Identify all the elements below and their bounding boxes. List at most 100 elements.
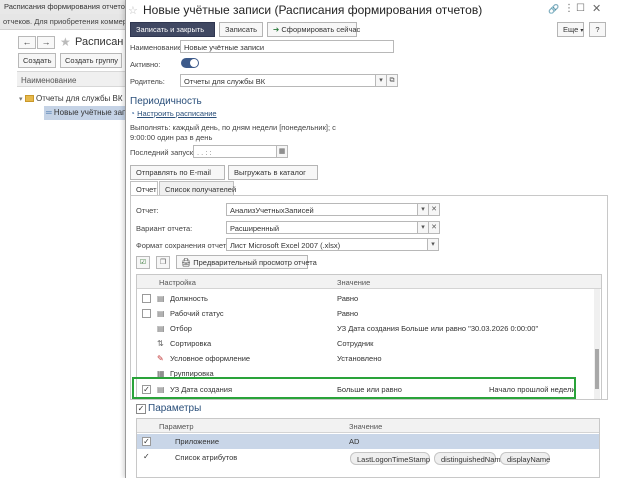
tab-recipients[interactable]: Список получателей	[159, 181, 236, 196]
parameters-grid-header: Параметр Значение	[137, 419, 599, 433]
select-all-button[interactable]: ☑	[136, 256, 150, 269]
attribute-chip[interactable]: LastLogonTimeStamp	[350, 452, 430, 465]
copy-button[interactable]: ❐	[156, 256, 170, 269]
preview-icon: 🖨	[181, 258, 192, 267]
variant-label: Вариант отчета:	[136, 224, 193, 233]
help-button[interactable]: ?	[589, 22, 606, 37]
grid-scrollbar-thumb[interactable]	[595, 349, 599, 389]
schedule-description-1: Выполнять: каждый день, по дням недели […	[130, 123, 336, 132]
more-vertical-icon[interactable]: ⋮	[564, 3, 574, 14]
calendar-button[interactable]: ▦	[276, 145, 288, 158]
upload-catalog-button[interactable]: Выгружать в каталог	[228, 165, 318, 180]
grid-scrollbar[interactable]	[594, 289, 600, 399]
background-notice: отчеков. Для приобретения коммерческ	[3, 17, 125, 26]
calendar-icon: ▦	[278, 148, 286, 155]
tree-item-label: Новые учётные записи	[53, 108, 125, 117]
forward-button[interactable]: →	[37, 36, 55, 49]
save-and-close-button[interactable]: Записать и закрыть	[130, 22, 215, 37]
report-field[interactable]: АнализУчетныхЗаписей	[226, 203, 418, 216]
tab-report[interactable]: Отчет	[130, 181, 158, 196]
run-arrow-icon: ➔	[273, 25, 280, 34]
variant-field[interactable]: Расширенный	[226, 221, 418, 234]
save-button[interactable]: Записать	[219, 22, 263, 37]
setting-name: Условное оформление	[170, 354, 251, 363]
back-button[interactable]: ←	[18, 36, 36, 49]
tree-folder-label: Отчеты для службы ВК	[35, 94, 123, 103]
settings-row[interactable]: ▤ Рабочий статус Равно	[137, 306, 595, 321]
more-label: Еще	[563, 25, 579, 34]
format-dropdown-button[interactable]: ▾	[427, 238, 439, 251]
name-label: Наименование:	[130, 43, 185, 52]
row-checkbox[interactable]	[142, 309, 151, 318]
attribute-chip[interactable]: displayName	[500, 452, 550, 465]
parameter-row-selected[interactable]: ✓ Приложение AD	[137, 434, 599, 449]
background-column-header[interactable]: Наименование	[17, 71, 125, 87]
settings-row[interactable]: ▤ Должность Равно	[137, 291, 595, 306]
forward-arrow-icon: →	[41, 37, 51, 47]
maximize-icon[interactable]: ☐	[576, 3, 585, 14]
parent-field[interactable]: Отчеты для службы ВК	[180, 74, 376, 87]
parent-label: Родитель:	[130, 77, 165, 86]
col-value[interactable]: Значение	[337, 278, 370, 287]
row-checkbox[interactable]	[142, 294, 151, 303]
col-param[interactable]: Параметр	[159, 422, 194, 431]
configure-schedule-link[interactable]: Настроить расписание	[137, 109, 217, 118]
send-email-button[interactable]: Отправлять по E-mail	[130, 165, 225, 180]
background-create-button[interactable]: Создать	[18, 53, 56, 68]
format-field[interactable]: Лист Microsoft Excel 2007 (.xlsx)	[226, 238, 428, 251]
toggle-knob	[190, 59, 198, 67]
schedule-link-row[interactable]: ◔ Настроить расписание	[130, 109, 217, 118]
last-run-field[interactable]: . . : :	[193, 145, 277, 158]
preview-button[interactable]: 🖨 Предварительный просмотр отчета	[176, 255, 317, 269]
settings-row[interactable]: ✎ Условное оформление Установлено	[137, 351, 595, 366]
item-dash-icon: ═	[46, 108, 52, 117]
parent-open-button[interactable]: ⧉	[386, 74, 398, 87]
setting-name: Отбор	[170, 324, 192, 333]
setting-name: Сортировка	[170, 339, 212, 348]
parameters-checkbox[interactable]: ✓	[136, 404, 146, 414]
periodicity-title: Периодичность	[130, 96, 202, 107]
settings-row[interactable]: ⇅ Сортировка Сотрудник	[137, 336, 595, 351]
generate-now-button[interactable]: ➔ Сформировать сейчас	[267, 22, 361, 37]
sort-icon: ⇅	[157, 339, 164, 348]
parameter-check-mark[interactable]: ✓	[143, 452, 150, 461]
favorite-star-icon-dialog[interactable]: ☆	[128, 4, 138, 17]
settings-row[interactable]: ▤ Отбор УЗ Дата создания Больше или равн…	[137, 321, 595, 336]
name-field[interactable]: Новые учётные записи	[180, 40, 394, 53]
background-create-group-button[interactable]: Создать группу	[60, 53, 122, 68]
parameter-checkbox[interactable]: ✓	[142, 437, 151, 446]
parameter-name: Список атрибутов	[175, 453, 238, 462]
variant-clear-button[interactable]: ✕	[428, 221, 440, 234]
active-toggle[interactable]	[181, 58, 199, 68]
setting-name: Должность	[170, 294, 208, 303]
parameter-value: AD	[349, 437, 360, 446]
conditional-format-icon: ✎	[157, 354, 164, 363]
close-icon[interactable]: ✕	[592, 2, 601, 15]
field-icon: ▤	[157, 294, 165, 303]
dialog-title: Новые учётные записи (Расписания формиро…	[143, 3, 483, 17]
highlight-frame	[132, 377, 576, 399]
tree-row-folder[interactable]: ▾ Отчеты для службы ВК	[17, 92, 125, 106]
check-list-icon: ☑	[139, 259, 147, 266]
background-tab-title: Расписания формирования отчетов	[4, 2, 129, 11]
tree-row-selected[interactable]: ═ Новые учётные записи	[44, 106, 125, 120]
back-arrow-icon: ←	[22, 37, 32, 47]
attribute-chip[interactable]: distinguishedName	[434, 452, 505, 465]
format-label: Формат сохранения отчета:	[136, 241, 233, 250]
copy-icon: ❐	[159, 259, 167, 266]
field-icon: ▤	[157, 309, 165, 318]
report-clear-button[interactable]: ✕	[428, 203, 440, 216]
favorite-star-icon[interactable]: ★	[60, 35, 71, 49]
folder-icon	[24, 95, 34, 103]
parameter-name: Приложение	[175, 437, 219, 446]
col-setting[interactable]: Настройка	[159, 278, 196, 287]
more-dropdown[interactable]: Еще ▾	[557, 22, 584, 37]
generate-now-label: Сформировать сейчас	[281, 25, 361, 34]
link-icon[interactable]: 🔗	[548, 4, 559, 15]
setting-value: Равно	[337, 294, 359, 303]
chevron-down-icon: ▾	[580, 28, 584, 34]
col-param-value[interactable]: Значение	[349, 422, 382, 431]
tree-collapse-icon[interactable]: ▾	[19, 96, 23, 103]
setting-value: Сотрудник	[337, 339, 374, 348]
background-title: Расписан	[75, 36, 124, 48]
